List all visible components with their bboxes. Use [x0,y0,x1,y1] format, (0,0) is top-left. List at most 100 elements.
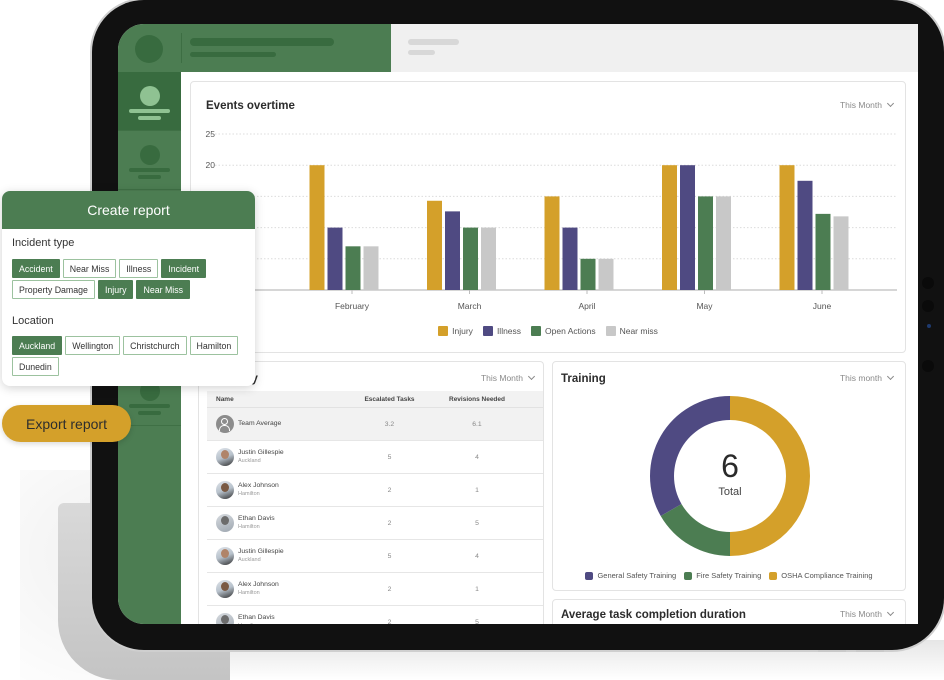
header-escalated[interactable]: Escalated Tasks [357,396,422,403]
table-row[interactable]: Alex Johnson Hamilton 2 1 [207,474,543,507]
bar-near-miss[interactable] [481,227,496,290]
bar-open-actions[interactable] [345,246,361,290]
x-tick-label: April [578,301,595,311]
topbar-divider [181,33,182,63]
cell-revisions: 6.1 [472,420,482,428]
topbar-brand [118,24,391,72]
avg-task-card: Average task completion duration This Mo… [552,599,906,624]
cell-revisions: 5 [475,618,479,625]
table-row[interactable]: Alex Johnson Hamilton 2 1 [207,573,543,606]
bar-illness[interactable] [797,180,813,290]
legend-item[interactable]: General Safety Training [585,571,676,580]
incident-chip-near-miss[interactable]: Near Miss [136,280,191,299]
person-location: Auckland [238,556,261,563]
training-legend: General Safety Training Fire Safety Train… [553,571,905,580]
cell-name: Justin Gillespie Auckland [207,547,357,565]
chevron-down-icon [527,372,536,381]
bar-injury[interactable] [779,165,795,290]
table-row[interactable]: Justin Gillespie Auckland 5 4 [207,540,543,573]
incident-chip-illness[interactable]: Illness [119,259,159,278]
bar-open-actions[interactable] [463,227,478,290]
marketing-scene: Events overtime This Month 25 20 February M… [0,0,944,680]
legend-label: OSHA Compliance Training [781,571,873,580]
cell-name: Ethan DavisHamilton [207,514,357,532]
cell-revisions: 5 [475,519,479,527]
page-title-placeholder [408,39,459,45]
bar-near-miss[interactable] [598,258,614,290]
avatar [216,613,234,624]
legend-item[interactable]: Open Actions [531,326,596,336]
cell-escalated: 5 [387,552,392,560]
person-name: Alex Johnson [238,482,279,490]
sidebar-item-1[interactable] [118,72,181,130]
bar-injury[interactable] [427,200,442,290]
legend-label: Illness [496,326,522,336]
bar-near-miss[interactable] [833,216,849,290]
cell-name: Team Average [207,415,357,433]
summary-table-card: ry This Month Name Escalated Tasks Revis… [198,361,544,624]
bar-near-miss[interactable] [716,196,731,290]
location-chip-dunedin[interactable]: Dunedin [12,357,59,376]
legend-item[interactable]: OSHA Compliance Training [769,571,873,580]
incident-chip-incident[interactable]: Incident [161,259,207,278]
bar-illness[interactable] [562,227,578,290]
export-report-button[interactable]: Export report [2,405,131,442]
legend-item[interactable]: Injury [438,326,473,336]
avg-task-period-dropdown[interactable]: This Month [840,608,895,619]
cell-name: Ethan DavisHamilton [207,613,357,624]
cell-name: Justin Gillespie Auckland [207,448,357,466]
sidebar-item-2[interactable] [118,131,181,189]
header-name[interactable]: Name [207,396,357,403]
location-chip-wellington[interactable]: Wellington [65,336,121,355]
x-tick-label: February [335,301,370,311]
bar-open-actions[interactable] [815,213,831,290]
cell-revisions: 4 [475,453,479,461]
bar-illness[interactable] [680,165,695,290]
indicator-light [927,324,931,328]
incident-chip-near-miss[interactable]: Near Miss [62,259,117,278]
legend-item[interactable]: Near miss [605,326,658,336]
incident-type-label: Incident type [12,237,75,249]
bar-illness[interactable] [327,227,343,290]
logo-placeholder [135,35,163,63]
table-row[interactable]: Ethan DavisHamilton 2 5 [207,606,543,624]
location-chip-hamilton[interactable]: Hamilton [189,336,239,355]
camera-dot [922,300,934,312]
events-chart-card: Events overtime This Month 25 20 February M… [190,81,906,353]
bar-injury[interactable] [544,196,560,290]
header-revisions[interactable]: Revisions Needed [422,396,532,403]
table-row[interactable]: Team Average 3.2 6.1 [207,408,543,441]
incident-chip-property-damage[interactable]: Property Damage [12,280,95,299]
bar-open-actions[interactable] [580,258,596,290]
sidebar-divider [118,130,181,131]
legend-item[interactable]: Illness [482,326,522,336]
legend-label: Near miss [619,326,658,336]
cell-revisions: 4 [475,552,479,560]
location-chip-christchurch[interactable]: Christchurch [123,336,187,355]
training-card: Training This month 6 Total General Safe… [552,361,906,591]
x-tick-label: June [813,301,832,311]
person-location: Hamilton [238,623,275,624]
x-tick-label: March [458,301,482,311]
person-location: Hamilton [238,490,260,497]
bar-illness[interactable] [445,211,460,290]
legend-label: Fire Safety Training [696,571,762,580]
create-report-panel: Create report Incident type Accident Near… [2,191,255,386]
incident-chip-injury[interactable]: Injury [97,280,134,299]
bar-injury[interactable] [309,165,325,290]
person-name: Ethan Davis [238,515,275,523]
x-tick-label: May [696,301,713,311]
table-row[interactable]: Ethan DavisHamilton 2 5 [207,507,543,540]
location-chip-auckland[interactable]: Auckland [12,336,63,355]
legend-item[interactable]: Fire Safety Training [684,571,761,580]
bar-near-miss[interactable] [363,246,379,290]
legend-swatch [769,571,778,580]
donut-slice-fire-safety-training[interactable] [660,504,730,556]
incident-chip-accident[interactable]: Accident [12,259,60,278]
events-legend: Injury Illness Open Actions Near miss [191,326,905,336]
bar-open-actions[interactable] [698,196,713,290]
summary-period-dropdown[interactable]: This Month [481,372,536,383]
bar-injury[interactable] [662,165,677,290]
table-row[interactable]: Justin Gillespie Auckland 5 4 [207,441,543,474]
legend-swatch [605,326,616,336]
